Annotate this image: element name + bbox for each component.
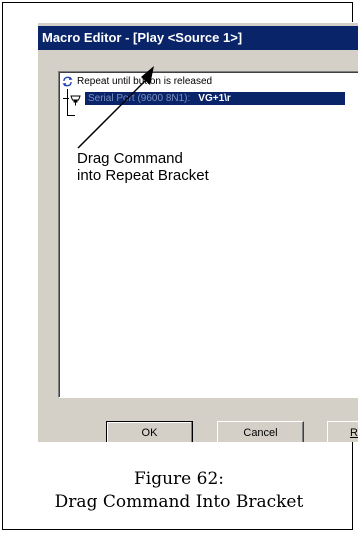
cancel-button[interactable]: Cancel (217, 421, 304, 442)
ok-button[interactable]: OK (106, 421, 193, 442)
caption-line-1: Figure 62: (133, 469, 224, 489)
report-button[interactable]: Repo (327, 421, 358, 442)
command-value: VG+1\r (198, 93, 231, 104)
annotation-line-1: Drag Command (77, 150, 183, 167)
annotation-text: Drag Command into Repeat Bracket (77, 150, 209, 184)
window-title[interactable]: Macro Editor - [Play <Source 1>] (38, 26, 358, 50)
annotation-line-2: into Repeat Bracket (77, 167, 209, 184)
report-button-mnemonic: R (350, 427, 358, 439)
figure-caption: Figure 62: Drag Command Into Bracket (0, 468, 358, 514)
caption-line-2: Drag Command Into Bracket (54, 492, 304, 512)
